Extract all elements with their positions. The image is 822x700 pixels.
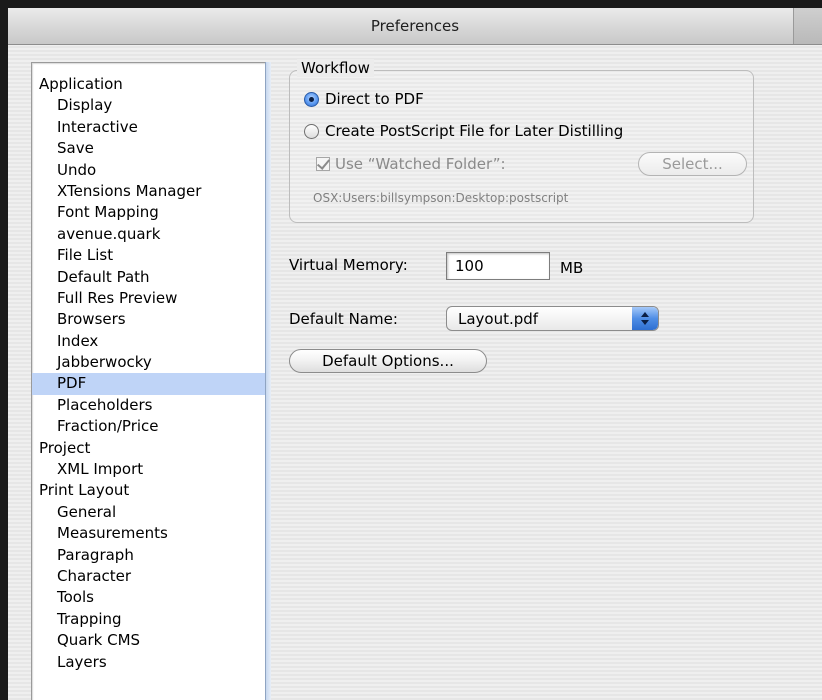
sidebar-item-quark-cms[interactable]: Quark CMS xyxy=(32,630,266,651)
workflow-group-title: Workflow xyxy=(297,59,374,77)
virtual-memory-label: Virtual Memory: xyxy=(289,256,408,274)
sidebar-item-interactive[interactable]: Interactive xyxy=(32,117,266,138)
sidebar-item-jabberwocky[interactable]: Jabberwocky xyxy=(32,352,266,373)
watched-folder-label: Use “Watched Folder”: xyxy=(335,155,506,173)
sidebar-item-trapping[interactable]: Trapping xyxy=(32,609,266,630)
sidebar-item-browsers[interactable]: Browsers xyxy=(32,309,266,330)
sidebar-item-tools[interactable]: Tools xyxy=(32,587,266,608)
sidebar-item-project[interactable]: Project xyxy=(32,438,266,459)
sidebar-item-character[interactable]: Character xyxy=(32,566,266,587)
sidebar-item-application[interactable]: Application xyxy=(32,74,266,95)
sidebar-item-layers[interactable]: Layers xyxy=(32,652,266,673)
sidebar-item-xml-import[interactable]: XML Import xyxy=(32,459,266,480)
sidebar-item-file-list[interactable]: File List xyxy=(32,245,266,266)
direct-to-pdf-option[interactable]: Direct to PDF xyxy=(304,88,424,110)
direct-to-pdf-radio[interactable] xyxy=(304,91,319,107)
postscript-radio[interactable] xyxy=(304,123,319,139)
sidebar-item-avenue-quark[interactable]: avenue.quark xyxy=(32,224,266,245)
postscript-label: Create PostScript File for Later Distill… xyxy=(325,122,624,140)
direct-to-pdf-label: Direct to PDF xyxy=(325,90,424,108)
watched-folder-checkbox[interactable] xyxy=(316,157,330,171)
title-bar-edge xyxy=(793,8,822,44)
sidebar-item-undo[interactable]: Undo xyxy=(32,160,266,181)
sidebar-item-font-mapping[interactable]: Font Mapping xyxy=(32,202,266,223)
sidebar-item-fraction-price[interactable]: Fraction/Price xyxy=(32,416,266,437)
virtual-memory-input[interactable] xyxy=(446,252,550,280)
sidebar-item-print-layout[interactable]: Print Layout xyxy=(32,480,266,501)
watched-folder-option[interactable]: Use “Watched Folder”: xyxy=(316,153,506,175)
default-name-popup[interactable]: Layout.pdf xyxy=(446,306,659,331)
sidebar-item-full-res-preview[interactable]: Full Res Preview xyxy=(32,288,266,309)
category-items: Application Display Interactive Save Undo XTe… xyxy=(32,63,266,673)
virtual-memory-unit: MB xyxy=(560,259,584,277)
watched-folder-path: OSX:Users:billsympson:Desktop:postscript xyxy=(313,191,569,205)
sidebar-item-display[interactable]: Display xyxy=(32,95,266,116)
list-scrollbar[interactable] xyxy=(265,62,271,700)
sidebar-item-index[interactable]: Index xyxy=(32,331,266,352)
preferences-window: Preferences Application Display Interactiv… xyxy=(8,8,822,700)
sidebar-item-default-path[interactable]: Default Path xyxy=(32,267,266,288)
sidebar-item-pdf[interactable]: PDF xyxy=(32,373,266,395)
sidebar-item-xtensions-manager[interactable]: XTensions Manager xyxy=(32,181,266,202)
default-name-label: Default Name: xyxy=(289,310,398,328)
category-list[interactable]: Application Display Interactive Save Undo XTe… xyxy=(31,62,266,700)
default-options-button[interactable]: Default Options... xyxy=(289,349,487,373)
popup-arrows-icon xyxy=(632,307,658,330)
sidebar-item-measurements[interactable]: Measurements xyxy=(32,523,266,544)
title-bar[interactable]: Preferences xyxy=(8,8,822,45)
select-button[interactable]: Select... xyxy=(638,152,747,176)
sidebar-item-placeholders[interactable]: Placeholders xyxy=(32,395,266,416)
sidebar-item-save[interactable]: Save xyxy=(32,138,266,159)
default-name-value: Layout.pdf xyxy=(458,310,539,328)
sidebar-item-paragraph[interactable]: Paragraph xyxy=(32,545,266,566)
window-title: Preferences xyxy=(370,17,460,35)
sidebar-item-general[interactable]: General xyxy=(32,502,266,523)
postscript-option[interactable]: Create PostScript File for Later Distill… xyxy=(304,120,623,142)
